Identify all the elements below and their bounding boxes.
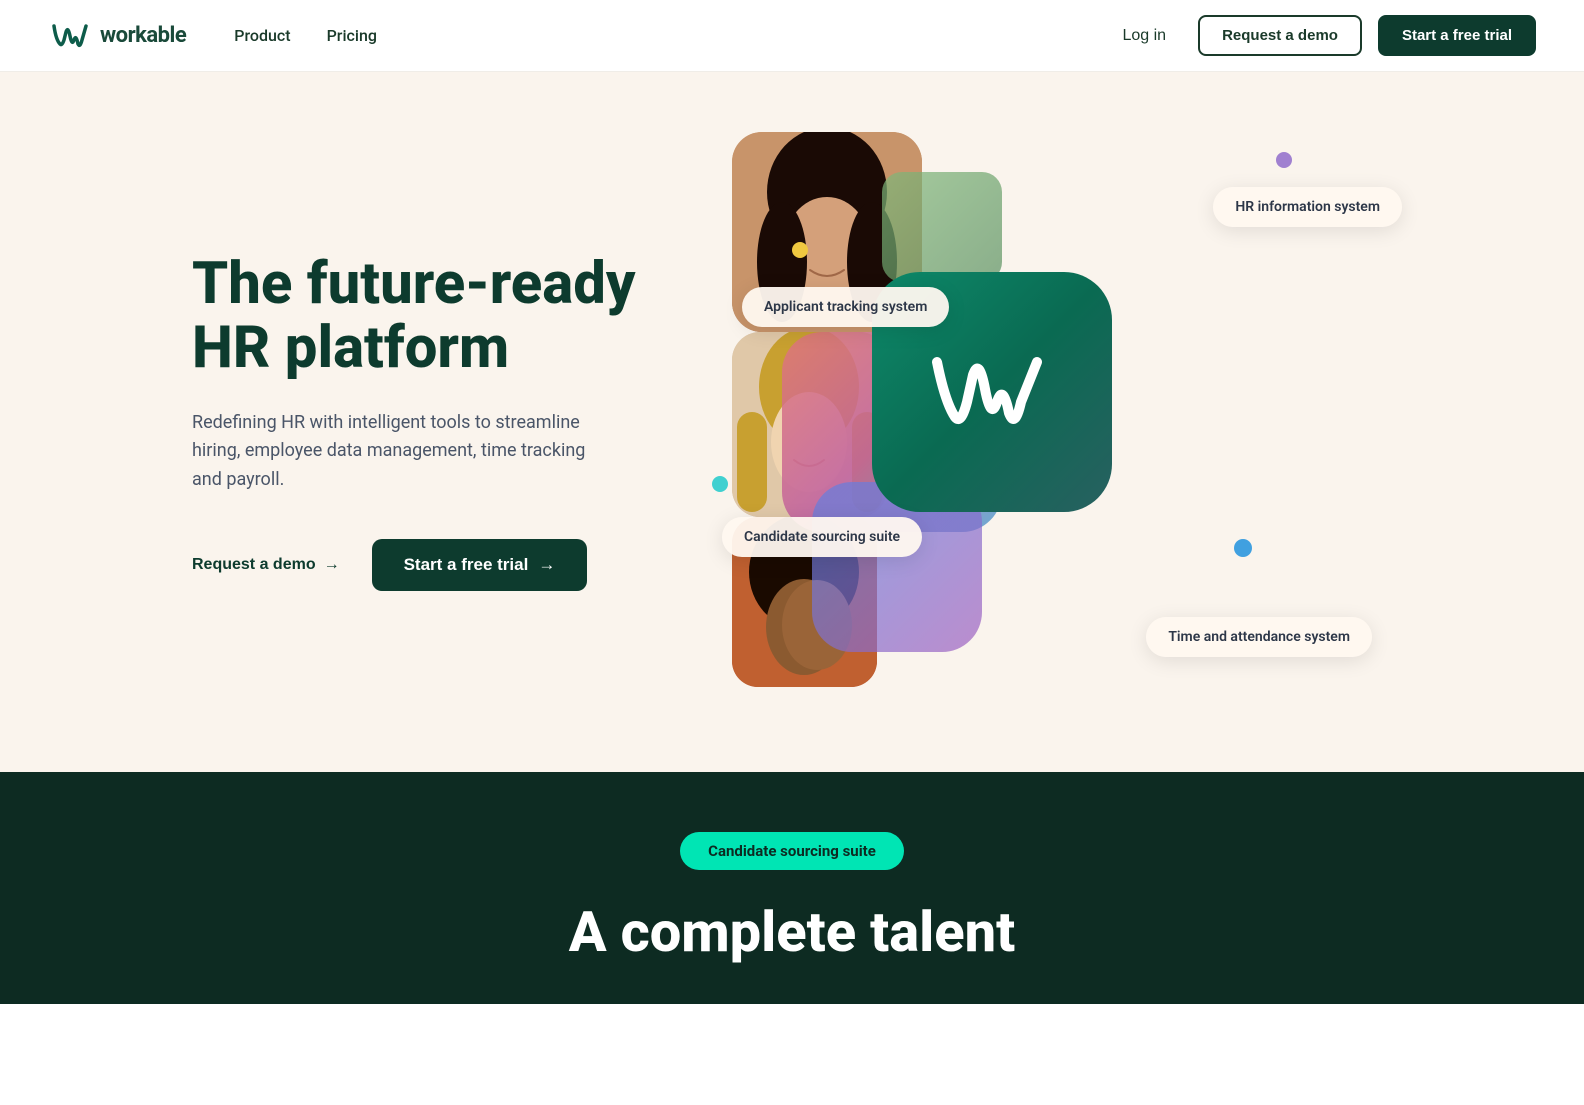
dot-blue — [1234, 539, 1252, 557]
nav-right: Log in Request a demo Start a free trial — [1106, 15, 1536, 56]
dark-title: A complete talent — [442, 902, 1142, 1004]
request-demo-button-hero[interactable]: Request a demo → — [192, 556, 340, 574]
hero-section: The future-ready HR platform Redefining … — [0, 0, 1584, 772]
arrow-icon-trial: → — [538, 555, 555, 575]
nav-links: Product Pricing — [234, 26, 377, 45]
arrow-icon: → — [324, 556, 340, 574]
request-demo-label: Request a demo — [192, 556, 316, 574]
color-blob-green — [882, 172, 1002, 282]
nav-product[interactable]: Product — [234, 26, 290, 45]
hero-title: The future-ready HR platform — [192, 253, 692, 381]
hero-illustration: HR information system Applicant tracking… — [732, 132, 1412, 712]
logo[interactable]: workable — [48, 22, 186, 50]
hero-title-line2: HR platform — [192, 314, 509, 382]
pill-ats: Applicant tracking system — [742, 287, 949, 327]
pill-hr-info: HR information system — [1213, 187, 1402, 227]
dot-cyan — [712, 476, 728, 492]
dark-section: Candidate sourcing suite A complete tale… — [0, 772, 1584, 1004]
trial-label: Start a free trial — [404, 555, 529, 575]
navbar: workable Product Pricing Log in Request … — [0, 0, 1584, 72]
login-button[interactable]: Log in — [1106, 19, 1182, 53]
dot-yellow — [792, 242, 808, 258]
logo-wordmark: workable — [100, 23, 186, 48]
hero-inner: The future-ready HR platform Redefining … — [92, 72, 1492, 772]
nav-pricing[interactable]: Pricing — [327, 26, 377, 45]
pill-time: Time and attendance system — [1146, 617, 1372, 657]
start-trial-button-nav[interactable]: Start a free trial — [1378, 15, 1536, 56]
request-demo-button-nav[interactable]: Request a demo — [1198, 15, 1362, 56]
start-trial-button-hero[interactable]: Start a free trial → — [372, 539, 588, 591]
hero-copy: The future-ready HR platform Redefining … — [192, 253, 692, 591]
hero-subtitle: Redefining HR with intelligent tools to … — [192, 409, 612, 495]
pill-candidate: Candidate sourcing suite — [722, 517, 922, 557]
nav-left: workable Product Pricing — [48, 22, 377, 50]
dark-badge[interactable]: Candidate sourcing suite — [680, 832, 904, 870]
hero-title-line1: The future-ready — [192, 250, 635, 318]
dot-purple — [1276, 152, 1292, 168]
hero-actions: Request a demo → Start a free trial → — [192, 539, 692, 591]
